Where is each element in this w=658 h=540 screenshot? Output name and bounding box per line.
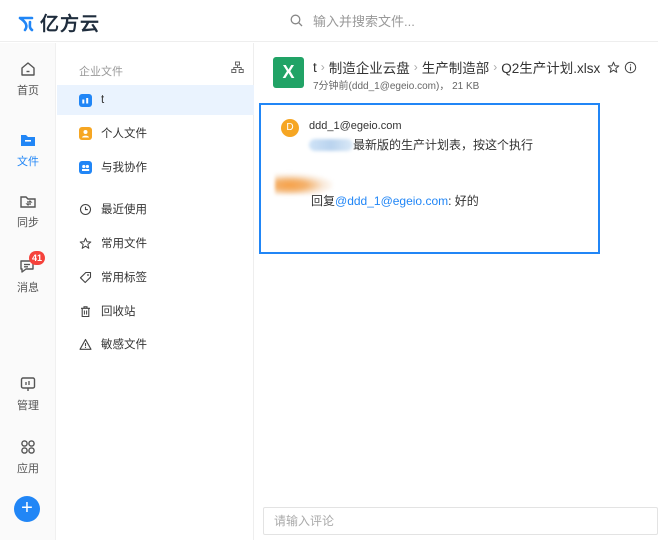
enterprise-folder-icon	[79, 93, 92, 107]
rail-label-admin: 管理	[17, 400, 39, 412]
mention-link[interactable]: @ddd_1@egeio.com	[335, 194, 448, 208]
comment-body: 最新版的生产计划表，按这个执行	[309, 136, 533, 153]
comment-body: 回复@ddd_1@egeio.com: 好的	[311, 192, 479, 209]
nav-item-tags[interactable]: 常用标签	[57, 262, 254, 292]
app-logo[interactable]: 亿方云	[16, 9, 100, 36]
unread-badge: 41	[29, 251, 46, 265]
rail-label-home: 首页	[17, 85, 39, 97]
nav-item-favorites[interactable]: 常用文件	[57, 228, 254, 258]
nav-item-label: 最近使用	[101, 204, 147, 216]
rail-item-messages[interactable]: 41 消息	[0, 251, 56, 295]
collab-icon	[79, 160, 92, 174]
rail-label-files: 文件	[17, 156, 39, 168]
sync-icon	[18, 191, 38, 211]
reply-prefix: 回复	[311, 194, 336, 208]
file-nav: 企业文件 t 个人文件 与我协作 最近使用 常用文件 常用标签 回收站 敏感文件	[57, 43, 254, 540]
star-icon[interactable]	[607, 61, 620, 74]
nav-item-label: 个人文件	[101, 128, 147, 140]
comment-input[interactable]: 请输入评论	[263, 507, 658, 535]
search-input[interactable]: 输入并搜索文件...	[313, 11, 415, 30]
admin-icon	[18, 374, 38, 394]
tag-icon	[79, 271, 92, 283]
folder-icon	[18, 130, 38, 150]
nav-item-label: 常用标签	[101, 272, 147, 284]
rail-item-files[interactable]: 文件	[0, 130, 56, 169]
apps-icon	[18, 437, 38, 457]
redacted-mention	[309, 138, 353, 151]
add-button[interactable]: +	[14, 496, 40, 522]
nav-item-label: 回收站	[101, 306, 136, 318]
home-icon	[18, 59, 38, 79]
nav-item-label: 与我协作	[101, 162, 147, 174]
rail-item-apps[interactable]: 应用	[0, 437, 56, 476]
comment-text: : 好的	[448, 194, 479, 208]
nav-item-collab[interactable]: 与我协作	[57, 152, 254, 182]
nav-section-title: 企业文件	[79, 66, 123, 78]
rail-label-sync: 同步	[17, 217, 39, 229]
chevron-right-icon: ›	[413, 60, 418, 74]
rail-item-admin[interactable]: 管理	[0, 374, 56, 413]
message-icon: 41	[18, 251, 46, 276]
clock-icon	[79, 203, 92, 215]
top-bar: 亿方云 输入并搜索文件...	[0, 0, 658, 42]
comment-author: ddd_1@egeio.com	[309, 120, 402, 132]
chevron-right-icon: ›	[320, 60, 325, 74]
nav-item-recent[interactable]: 最近使用	[57, 194, 254, 224]
personal-folder-icon	[79, 126, 92, 140]
nav-item-personal[interactable]: 个人文件	[57, 118, 254, 148]
warning-icon	[79, 338, 92, 350]
excel-file-icon: X	[273, 57, 304, 88]
info-icon[interactable]	[624, 61, 637, 74]
file-meta: 7分钟前(ddd_1@egeio.com)， 21 KB	[313, 81, 480, 92]
search-box[interactable]: 输入并搜索文件...	[290, 11, 415, 30]
nav-item-trash[interactable]: 回收站	[57, 296, 254, 326]
breadcrumb-item[interactable]: 制造企业云盘	[329, 57, 410, 77]
breadcrumb-item[interactable]: 生产制造部	[422, 57, 490, 77]
left-rail: 首页 文件 同步 41 消息 管理 应用 +	[0, 43, 56, 540]
org-tree-icon[interactable]	[231, 61, 244, 77]
nav-item-label: 常用文件	[101, 238, 147, 250]
star-icon	[79, 237, 92, 249]
breadcrumb-item[interactable]: t	[313, 60, 317, 75]
search-icon	[290, 14, 303, 27]
comment-list: D ddd_1@egeio.com 最新版的生产计划表，按这个执行 回复@ddd…	[259, 103, 600, 254]
trash-icon	[81, 305, 90, 317]
nav-item-sensitive[interactable]: 敏感文件	[57, 329, 254, 359]
rail-label-messages: 消息	[17, 282, 39, 294]
app-name: 亿方云	[40, 14, 101, 35]
avatar: D	[281, 119, 299, 137]
comment-panel: X t › 制造企业云盘 › 生产制造部 › Q2生产计划.xlsx 7分钟前(…	[255, 43, 658, 540]
logo-icon	[18, 16, 34, 31]
rail-item-home[interactable]: 首页	[0, 59, 56, 98]
nav-item-label: 敏感文件	[101, 339, 147, 351]
nav-item-label: t	[101, 94, 105, 106]
rail-item-sync[interactable]: 同步	[0, 191, 56, 230]
file-name: Q2生产计划.xlsx	[501, 61, 601, 76]
chevron-right-icon: ›	[493, 60, 498, 74]
comment-text: 最新版的生产计划表，按这个执行	[353, 138, 534, 152]
breadcrumb: t › 制造企业云盘 › 生产制造部 › Q2生产计划.xlsx	[313, 57, 637, 77]
nav-item-t[interactable]: t	[57, 85, 254, 115]
rail-label-apps: 应用	[17, 463, 39, 475]
